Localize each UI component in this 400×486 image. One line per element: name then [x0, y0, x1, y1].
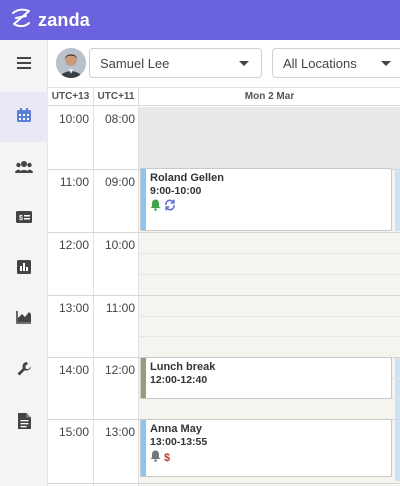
bell-icon	[150, 449, 161, 467]
zanda-logo-icon	[10, 7, 32, 34]
calendar-toolbar: Samuel Lee All Locations	[48, 40, 400, 88]
hour-line	[48, 295, 400, 296]
hour-line	[48, 232, 400, 233]
appointment-time: 13:00-13:55	[150, 436, 208, 448]
sidebar-item-reports[interactable]	[0, 244, 48, 294]
people-icon	[15, 160, 33, 179]
sidebar-item-calendar[interactable]	[0, 92, 48, 142]
recurring-icon	[164, 198, 176, 216]
quarter-line	[139, 336, 400, 337]
appointment-title: Anna May	[150, 423, 202, 435]
appointment-title: Roland Gellen	[150, 172, 224, 184]
location-select[interactable]: All Locations	[272, 48, 400, 78]
appointment-card[interactable]: Lunch break 12:00-12:40	[140, 357, 392, 399]
sidebar-item-billing[interactable]: $	[0, 194, 48, 244]
dollar-icon: $	[164, 452, 171, 464]
quarter-line	[139, 274, 400, 275]
brand-logo[interactable]: zanda	[10, 7, 90, 34]
appointment-time: 12:00-12:40	[150, 374, 208, 386]
timezone-header-1: UTC+13	[48, 88, 93, 106]
practitioner-select-value: Samuel Lee	[100, 55, 170, 71]
appointment-time: 9:00-10:00	[150, 185, 202, 197]
hour-label-utc13: 11:00	[59, 175, 89, 189]
sidebar-item-settings[interactable]	[0, 346, 48, 396]
appointment-color-bar	[141, 358, 146, 398]
brand-name: zanda	[38, 9, 91, 30]
hour-label-utc11: 10:00	[104, 238, 135, 252]
hour-label-utc11: 08:00	[104, 112, 135, 126]
appointment-color-bar	[141, 169, 146, 230]
appointment-color-bar	[141, 420, 146, 476]
calendar-main: Samuel Lee All Locations UTC+13 UTC+11 M…	[48, 40, 400, 486]
quarter-line	[139, 253, 400, 254]
adjacent-appointment-edge	[395, 169, 400, 231]
sidebar-item-menu[interactable]	[0, 40, 48, 90]
sidebar: $	[0, 40, 48, 486]
adjacent-appointment-edge	[395, 357, 400, 419]
top-bar: zanda	[0, 0, 400, 40]
sidebar-item-documents[interactable]	[0, 398, 48, 448]
document-icon	[17, 412, 31, 434]
hamburger-icon	[16, 56, 32, 75]
quarter-line	[139, 316, 400, 317]
hour-label-utc11: 11:00	[105, 301, 135, 315]
sidebar-item-stats[interactable]	[0, 294, 48, 344]
unavailable-block	[139, 107, 400, 169]
hour-line	[48, 483, 400, 484]
hour-label-utc13: 13:00	[58, 301, 89, 315]
calendar-icon	[16, 107, 32, 128]
svg-text:$: $	[19, 215, 23, 222]
hour-label-utc11: 13:00	[104, 425, 135, 439]
bell-icon	[150, 198, 161, 216]
hour-label-utc13: 12:00	[58, 238, 89, 252]
chevron-down-icon	[239, 61, 249, 66]
timezone-header-2: UTC+11	[94, 88, 138, 106]
hour-label-utc13: 14:00	[58, 363, 89, 377]
hour-label-utc11: 09:00	[104, 175, 135, 189]
bar-chart-icon	[17, 259, 31, 279]
avatar[interactable]	[56, 48, 86, 78]
appointment-title: Lunch break	[150, 361, 216, 373]
area-chart-icon	[16, 310, 32, 329]
chevron-down-icon	[381, 61, 391, 66]
location-select-value: All Locations	[283, 55, 357, 71]
quarter-line	[139, 148, 400, 149]
quarter-line	[139, 127, 400, 128]
hour-label-utc13: 10:00	[58, 112, 89, 126]
calendar-grid: 10:00 11:00 12:00 13:00 14:00 15:00 08:0…	[48, 107, 400, 486]
appointment-card[interactable]: Roland Gellen 9:00-10:00	[140, 168, 392, 231]
hour-label-utc13: 15:00	[58, 425, 89, 439]
practitioner-select[interactable]: Samuel Lee	[89, 48, 262, 78]
wrench-icon	[16, 361, 32, 382]
appointment-card[interactable]: Anna May 13:00-13:55 $	[140, 419, 392, 477]
hour-label-utc11: 12:00	[104, 363, 135, 377]
payment-icon: $	[16, 210, 32, 228]
sidebar-item-clients[interactable]	[0, 144, 48, 194]
adjacent-appointment-edge	[395, 419, 400, 481]
day-header[interactable]: Mon 2 Mar	[139, 88, 400, 106]
